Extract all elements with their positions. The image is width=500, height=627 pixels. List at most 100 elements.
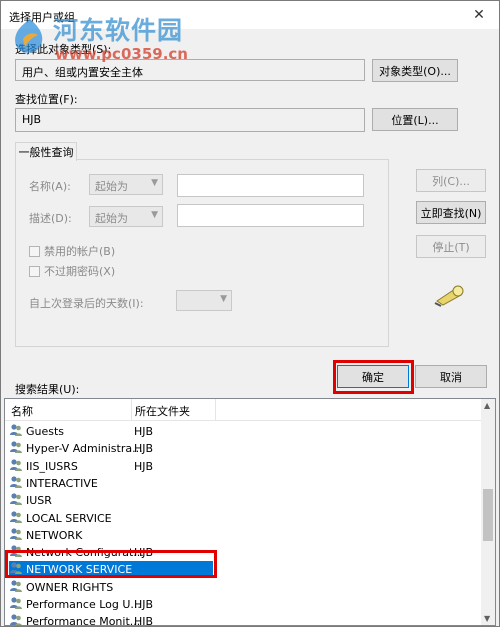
chevron-down-icon: ▼: [151, 210, 158, 220]
name-match-combo[interactable]: 起始为 ▼: [89, 174, 163, 195]
row-name: Network Configurat...: [26, 546, 144, 560]
table-row[interactable]: IIS_IUSRS HJB: [5, 458, 483, 475]
location-label: 查找位置(F):: [15, 93, 78, 106]
disabled-accounts-option[interactable]: 禁用的帐户(B): [29, 243, 115, 259]
column-divider[interactable]: [215, 399, 216, 421]
find-now-button[interactable]: 立即查找(N): [416, 201, 486, 224]
row-name: IUSR: [26, 494, 52, 508]
name-match-value: 起始为: [95, 180, 128, 193]
results-scrollbar[interactable]: ▲ ▼: [481, 399, 495, 625]
user-group-icon: [9, 458, 23, 475]
table-row[interactable]: Guests HJB: [5, 423, 483, 440]
stop-button[interactable]: 停止(T): [416, 235, 486, 258]
table-row[interactable]: Network Configurat... HJB: [5, 544, 483, 561]
non-expiring-password-checkbox[interactable]: [29, 265, 40, 277]
description-match-value: 起始为: [95, 212, 128, 225]
row-name-cell[interactable]: IUSR: [9, 492, 213, 509]
row-name: IIS_IUSRS: [26, 459, 78, 473]
row-name-cell[interactable]: Performance Monit...: [9, 613, 213, 626]
description-input[interactable]: [177, 204, 364, 227]
row-name: NETWORK: [26, 528, 83, 542]
table-row[interactable]: NETWORK: [5, 527, 483, 544]
description-match-combo[interactable]: 起始为 ▼: [89, 206, 163, 227]
object-types-button[interactable]: 对象类型(O)...: [372, 59, 458, 82]
object-type-label: 选择此对象类型(S):: [15, 43, 112, 56]
row-name: NETWORK SERVICE: [26, 563, 133, 577]
user-group-icon: [9, 510, 23, 527]
row-name-cell[interactable]: OWNER RIGHTS: [9, 579, 213, 596]
column-divider[interactable]: [131, 399, 132, 421]
days-since-login-combo[interactable]: ▼: [176, 290, 232, 311]
search-results-label: 搜索结果(U):: [15, 383, 80, 396]
window-title: 选择用户或组: [9, 11, 75, 24]
chevron-down-icon: ▼: [220, 294, 227, 304]
user-group-icon: [9, 561, 23, 578]
row-folder: HJB: [134, 546, 154, 560]
user-group-icon: [9, 579, 23, 596]
name-label: 名称(A):: [29, 180, 71, 193]
table-row[interactable]: NETWORK SERVICE: [5, 561, 483, 579]
table-row[interactable]: Performance Monit... HJB: [5, 613, 483, 626]
row-name: Performance Log U...: [26, 598, 141, 611]
row-name: INTERACTIVE: [26, 476, 98, 490]
results-column-headers: 名称 所在文件夹: [5, 399, 483, 421]
row-folder: HJB: [134, 598, 154, 611]
row-name-cell[interactable]: LOCAL SERVICE: [9, 510, 213, 527]
row-name-cell[interactable]: IIS_IUSRS: [9, 458, 213, 475]
table-row[interactable]: Hyper-V Administra... HJB: [5, 440, 483, 457]
row-name: OWNER RIGHTS: [26, 580, 114, 594]
table-row[interactable]: IUSR: [5, 492, 483, 509]
user-group-icon: [9, 544, 23, 561]
user-group-icon: [9, 492, 23, 509]
row-name-cell[interactable]: NETWORK: [9, 527, 213, 544]
chevron-down-icon: ▼: [151, 178, 158, 188]
cancel-button[interactable]: 取消: [415, 365, 487, 388]
table-row[interactable]: INTERACTIVE: [5, 475, 483, 492]
non-expiring-password-option[interactable]: 不过期密码(X): [29, 263, 115, 279]
row-folder: HJB: [134, 615, 154, 626]
row-name: Performance Monit...: [26, 615, 141, 626]
user-group-icon: [9, 596, 23, 613]
table-row[interactable]: Performance Log U... HJB: [5, 596, 483, 613]
user-group-icon: [9, 423, 23, 440]
row-name: LOCAL SERVICE: [26, 511, 112, 525]
row-name-cell[interactable]: Hyper-V Administra...: [9, 440, 213, 457]
user-group-icon: [9, 527, 23, 544]
non-expiring-password-label: 不过期密码(X): [44, 265, 116, 278]
row-name-cell[interactable]: NETWORK SERVICE: [9, 561, 213, 579]
location-field: HJB: [15, 108, 365, 132]
search-flashlight-icon: [434, 285, 464, 307]
disabled-accounts-label: 禁用的帐户(B): [44, 245, 116, 258]
select-users-dialog: 选择用户或组 ✕ 选择此对象类型(S): 用户、组或内置安全主体 对象类型(O)…: [0, 0, 500, 627]
title-bar: 选择用户或组 ✕: [1, 1, 499, 29]
row-name-cell[interactable]: INTERACTIVE: [9, 475, 213, 492]
columns-button[interactable]: 列(C)...: [416, 169, 486, 192]
user-group-icon: [9, 475, 23, 492]
row-name-cell[interactable]: Network Configurat...: [9, 544, 213, 561]
close-button[interactable]: ✕: [459, 1, 499, 29]
scroll-up-icon[interactable]: ▲: [484, 401, 490, 410]
table-row[interactable]: LOCAL SERVICE: [5, 510, 483, 527]
user-group-icon: [9, 440, 23, 457]
disabled-accounts-checkbox[interactable]: [29, 245, 40, 257]
name-input[interactable]: [177, 174, 364, 197]
ok-button[interactable]: 确定: [337, 365, 409, 388]
tab-common-queries[interactable]: 一般性查询: [15, 142, 77, 161]
scroll-thumb[interactable]: [483, 489, 493, 541]
row-folder: HJB: [134, 442, 154, 456]
row-folder: HJB: [134, 459, 154, 473]
scroll-down-icon[interactable]: ▼: [484, 614, 490, 623]
days-since-login-label: 自上次登录后的天数(I):: [29, 297, 144, 310]
object-type-field: 用户、组或内置安全主体: [15, 59, 365, 81]
row-name-cell[interactable]: Guests: [9, 423, 213, 440]
row-name: Guests: [26, 425, 65, 438]
user-group-icon: [9, 613, 23, 625]
row-name: Hyper-V Administra...: [26, 442, 143, 456]
column-header-folder[interactable]: 所在文件夹: [135, 403, 190, 419]
locations-button[interactable]: 位置(L)...: [372, 108, 458, 131]
search-results-list[interactable]: 名称 所在文件夹 Guests HJB Hyper-V Administra... H…: [4, 398, 496, 626]
column-header-name[interactable]: 名称: [11, 403, 33, 419]
row-name-cell[interactable]: Performance Log U...: [9, 596, 213, 613]
row-folder: HJB: [134, 425, 154, 438]
table-row[interactable]: OWNER RIGHTS: [5, 579, 483, 596]
